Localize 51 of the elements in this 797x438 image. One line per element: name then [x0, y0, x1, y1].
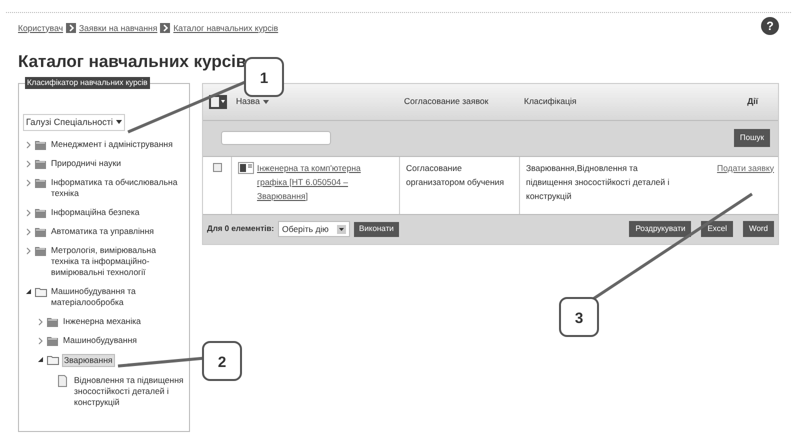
- row-checkbox[interactable]: [212, 162, 222, 172]
- tree-item[interactable]: Машинобудування: [62, 335, 138, 346]
- caret-icon: [337, 224, 346, 234]
- tree-item[interactable]: Машинобудування та матеріалообробка: [50, 286, 185, 308]
- table-cell: Зварювання,Відновлення та підвищення зносостійкості деталей і конструкцій: [526, 162, 670, 200]
- tree-item[interactable]: Інформатика та обчислювальна техніка: [50, 177, 185, 199]
- tree-item[interactable]: Менеджмент і адміністрування: [50, 139, 174, 150]
- course-icon: [238, 162, 254, 174]
- folder-icon: [47, 354, 59, 365]
- caret-icon: [116, 120, 122, 124]
- category-dropdown[interactable]: Галузі Спеціальності: [23, 114, 125, 131]
- action-select[interactable]: Оберіть дію: [278, 221, 350, 237]
- folder-icon: [47, 335, 59, 346]
- folder-icon: [35, 226, 47, 237]
- tree-item[interactable]: Відновлення та підвищення зносостійкості деталей і конструкцій: [70, 375, 185, 408]
- export-button[interactable]: Word: [743, 221, 774, 237]
- panel-legend: Класифікатор навчальних курсів: [25, 76, 150, 88]
- folder-icon: [35, 139, 47, 150]
- page-title: Каталог навчальних курсів: [18, 51, 248, 73]
- tree-item[interactable]: Метрологія, вимірювальна техніка та інформаційно-вимірювальні технології: [50, 245, 185, 278]
- document-icon: [58, 375, 67, 387]
- course-link[interactable]: Інженерна та комп'ютерна графіка [НТ 6.050504 – Зварювання]: [257, 160, 393, 202]
- export-button[interactable]: Роздрукувати: [629, 221, 692, 237]
- tree-item[interactable]: Природничі науки: [50, 158, 122, 169]
- breadcrumb-link[interactable]: Користувач: [18, 22, 64, 34]
- folder-icon: [35, 286, 47, 297]
- search-field[interactable]: [221, 131, 331, 145]
- apply-link[interactable]: Подати заявку: [717, 160, 774, 174]
- column-header: Дії: [747, 95, 758, 108]
- column-header[interactable]: Назва: [236, 95, 260, 108]
- folder-icon: [35, 245, 47, 256]
- folder-icon: [35, 177, 47, 188]
- column-header: Согласование заявок: [404, 95, 488, 108]
- folder-icon: [47, 316, 59, 327]
- bulk-action-label: Для 0 елементів:: [207, 223, 274, 235]
- folder-icon: [35, 158, 47, 169]
- tree-item[interactable]: Інженерна механіка: [62, 316, 142, 327]
- folder-icon: [35, 207, 47, 218]
- tree-item[interactable]: Інформаційна безпека: [50, 207, 141, 218]
- tree-item[interactable]: Автоматика та управління: [50, 226, 155, 237]
- chevron-icon: [160, 23, 170, 33]
- column-header: Класифікація: [524, 95, 577, 108]
- tree-item[interactable]: Зварювання: [62, 354, 115, 367]
- execute-button[interactable]: Виконати: [354, 222, 399, 236]
- search-button[interactable]: Пошук: [734, 129, 770, 147]
- export-button[interactable]: Excel: [701, 221, 734, 237]
- breadcrumb-link[interactable]: Заявки на навчання: [79, 22, 158, 34]
- table-cell: Согласование организатором обучения: [406, 162, 504, 186]
- chevron-icon: [66, 23, 76, 33]
- breadcrumb-link[interactable]: Каталог навчальних курсів: [173, 22, 278, 34]
- help-button[interactable]: ?: [761, 17, 779, 35]
